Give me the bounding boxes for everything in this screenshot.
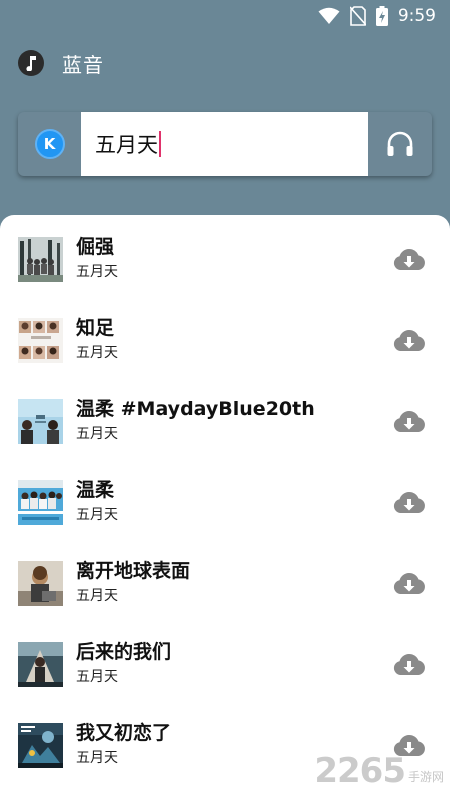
song-artist: 五月天	[76, 669, 118, 685]
result-row[interactable]: 知足 五月天	[0, 296, 450, 377]
song-artist: 五月天	[76, 507, 118, 523]
song-artist: 五月天	[76, 588, 118, 604]
app-title: 蓝音	[62, 52, 104, 77]
status-bar: 9:59	[0, 0, 450, 32]
cloud-download-icon[interactable]	[392, 490, 426, 514]
result-row[interactable]: 后来的我们 五月天	[0, 620, 450, 701]
cloud-download-icon[interactable]	[392, 733, 426, 757]
album-cover	[18, 561, 63, 606]
battery-charging-icon	[375, 6, 388, 26]
source-selector-button[interactable]: K	[18, 112, 81, 176]
album-cover	[18, 237, 63, 282]
cloud-download-icon[interactable]	[392, 409, 426, 433]
status-time: 9:59	[397, 6, 436, 26]
search-bar: K 五月天	[18, 112, 432, 176]
result-row[interactable]: 温柔 五月天	[0, 458, 450, 539]
song-title: 知足	[76, 317, 115, 339]
kugou-source-icon: K	[34, 129, 65, 159]
song-artist: 五月天	[76, 750, 118, 766]
listen-button[interactable]	[368, 112, 432, 176]
result-row[interactable]: 离开地球表面 五月天	[0, 539, 450, 620]
song-artist: 五月天	[76, 345, 118, 361]
song-artist: 五月天	[76, 264, 118, 280]
cloud-download-icon[interactable]	[392, 328, 426, 352]
song-title: 温柔	[76, 479, 115, 501]
no-sim-icon	[349, 6, 366, 26]
song-title: 后来的我们	[76, 641, 172, 663]
album-cover	[18, 642, 63, 687]
cloud-download-icon[interactable]	[392, 247, 426, 271]
text-caret	[159, 131, 161, 157]
cloud-download-icon[interactable]	[392, 571, 426, 595]
album-cover	[18, 399, 63, 444]
cloud-download-icon[interactable]	[392, 652, 426, 676]
music-note-icon	[18, 50, 44, 76]
album-cover	[18, 318, 63, 363]
song-title: 我又初恋了	[76, 722, 172, 744]
result-row[interactable]: 我又初恋了 五月天	[0, 701, 450, 782]
song-title: 倔强	[76, 236, 115, 258]
source-label: K	[43, 135, 56, 153]
song-artist: 五月天	[76, 426, 118, 442]
result-row[interactable]: 温柔 #MaydayBlue20th 五月天	[0, 377, 450, 458]
headphones-icon	[387, 131, 413, 156]
search-input[interactable]: 五月天	[95, 129, 158, 159]
song-title: 离开地球表面	[76, 560, 191, 582]
app-header: 蓝音	[18, 46, 104, 80]
song-title: 温柔 #MaydayBlue20th	[76, 398, 315, 420]
result-row[interactable]: 倔强 五月天	[0, 215, 450, 296]
search-results-list: 倔强 五月天 知足 五月天 温柔 #MaydayBlue20th 五月天 温柔 …	[0, 215, 450, 799]
wifi-icon	[318, 7, 340, 24]
album-cover	[18, 480, 63, 525]
album-cover	[18, 723, 63, 768]
search-field[interactable]: 五月天	[81, 112, 368, 176]
